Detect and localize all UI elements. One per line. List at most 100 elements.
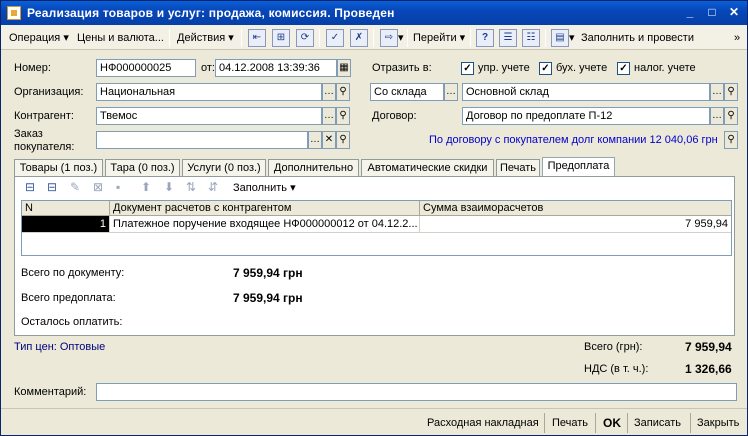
select-button[interactable]: … [308, 131, 322, 149]
select-button[interactable]: … [710, 83, 724, 101]
list-icon[interactable]: ☰ [499, 29, 517, 47]
print-button[interactable]: Печать [552, 415, 588, 431]
select-button[interactable]: … [444, 83, 458, 101]
edit-row-icon[interactable]: ✎ [70, 180, 80, 194]
column-header-n[interactable]: N [22, 201, 110, 216]
sort-asc-icon[interactable]: ⇅ [186, 180, 196, 194]
refresh-icon[interactable]: ⟳ [296, 29, 314, 47]
toolbar-divider [319, 29, 320, 47]
open-icon[interactable]: ⚲ [724, 107, 738, 125]
open-icon[interactable]: ⚲ [336, 131, 350, 149]
invoice-button[interactable]: Расходная накладная [427, 415, 539, 431]
warehouse-field[interactable]: Основной склад [462, 83, 710, 101]
save-button[interactable]: Записать [634, 415, 681, 431]
select-button[interactable]: … [710, 107, 724, 125]
accounting-checkbox[interactable]: ✓ [539, 62, 552, 75]
organization-field[interactable]: Национальная [96, 83, 322, 101]
column-header-document[interactable]: Документ расчетов с контрагентом [110, 201, 420, 216]
fill-and-post-button[interactable]: Заполнить и провести [581, 30, 694, 46]
structure-icon[interactable]: ⊞ [272, 29, 290, 47]
tab-additional[interactable]: Дополнительно [268, 159, 359, 177]
accounting-label: бух. учете [556, 62, 608, 74]
open-icon[interactable]: ⚲ [724, 131, 738, 149]
comment-field[interactable] [96, 383, 737, 401]
amount-cell[interactable]: 7 959,94 [420, 216, 731, 233]
row-number-cell[interactable]: 1 [22, 216, 110, 233]
toolbar-divider [373, 29, 374, 47]
reflect-in-label: Отразить в: [372, 62, 432, 74]
tax-accounting-checkbox[interactable]: ✓ [617, 62, 630, 75]
operation-menu[interactable]: Операция ▾ [9, 30, 69, 46]
unpost-document-icon[interactable]: ✗ [350, 29, 368, 47]
end-edit-icon[interactable]: ▪ [116, 180, 120, 194]
help-button[interactable]: ? [476, 29, 494, 47]
warehouse-type-field[interactable]: Со склада [370, 83, 444, 101]
open-icon[interactable]: ⚲ [336, 83, 350, 101]
move-down-icon[interactable]: ⬇ [164, 180, 174, 194]
document-icon [7, 6, 21, 20]
ok-button[interactable]: OK [603, 415, 621, 431]
number-field[interactable]: НФ000000025 [96, 59, 196, 77]
maximize-button[interactable]: □ [703, 5, 721, 21]
date-from-label: от: [201, 62, 215, 74]
add-row-icon[interactable]: ⊟ [25, 180, 35, 194]
checklist-icon[interactable]: ☷ [522, 29, 540, 47]
goto-menu[interactable]: Перейти ▾ [413, 30, 465, 46]
copy-row-icon[interactable]: ⊟ [47, 180, 57, 194]
post-document-icon[interactable]: ✓ [326, 29, 344, 47]
toolbar-divider [169, 29, 170, 47]
total-document-label: Всего по документу: [21, 267, 125, 279]
action-divider [544, 413, 545, 433]
close-button[interactable]: Закрыть [697, 415, 739, 431]
column-header-amount[interactable]: Сумма взаиморасчетов [420, 201, 731, 216]
sort-desc-icon[interactable]: ⇵ [208, 180, 218, 194]
minimize-button[interactable]: _ [681, 5, 699, 21]
dropdown-arrow-icon: ▾ [63, 32, 69, 44]
open-icon[interactable]: ⚲ [336, 107, 350, 125]
form-icon[interactable]: ▤ [551, 29, 569, 47]
number-label: Номер: [14, 62, 51, 74]
total-prepayment-value: 7 959,94 грн [233, 291, 303, 305]
order-label-line1: Заказ [14, 128, 43, 140]
dropdown-arrow-icon: ▾ [459, 32, 466, 44]
dropdown-arrow-icon[interactable]: ▾ [398, 30, 404, 46]
total-document-value: 7 959,94 грн [233, 266, 303, 280]
calendar-icon[interactable]: ▦ [337, 59, 351, 77]
price-type-link[interactable]: Тип цен: Оптовые [14, 341, 105, 353]
close-window-button[interactable]: ✕ [725, 5, 743, 21]
contractor-label: Контрагент: [14, 110, 74, 122]
tab-services[interactable]: Услуги (0 поз.) [182, 159, 266, 177]
contract-field[interactable]: Договор по предоплате П-12 [462, 107, 710, 125]
toolbar-overflow-icon[interactable]: » [734, 30, 740, 46]
tab-containers[interactable]: Тара (0 поз.) [105, 159, 180, 177]
toolbar: Операция ▾ Цены и валюта... Действия ▾ ⇤… [1, 25, 747, 50]
clear-icon[interactable]: ✕ [322, 131, 336, 149]
delete-row-icon[interactable]: ⊠ [93, 180, 103, 194]
vat-label: НДС (в т. ч.): [584, 363, 649, 375]
select-button[interactable]: … [322, 83, 336, 101]
select-button[interactable]: … [322, 107, 336, 125]
tab-goods[interactable]: Товары (1 поз.) [14, 159, 103, 177]
comment-label: Комментарий: [14, 386, 87, 398]
tab-print[interactable]: Печать [496, 159, 540, 177]
prepayment-table[interactable]: N Документ расчетов с контрагентом Сумма… [21, 200, 732, 256]
tab-prepayment[interactable]: Предоплата [542, 157, 615, 177]
total-label: Всего (грн): [584, 341, 643, 353]
move-up-icon[interactable]: ⬆ [141, 180, 151, 194]
document-cell[interactable]: Платежное поручение входящее НФ000000012… [110, 216, 420, 233]
management-accounting-checkbox[interactable]: ✓ [461, 62, 474, 75]
dropdown-arrow-icon[interactable]: ▾ [569, 30, 575, 46]
tax-accounting-label: налог. учете [634, 62, 696, 74]
open-icon[interactable]: ⚲ [724, 83, 738, 101]
prices-currency-button[interactable]: Цены и валюта... [77, 30, 164, 46]
tab-auto-discounts[interactable]: Автоматические скидки [361, 159, 494, 177]
fill-menu[interactable]: Заполнить ▾ [233, 181, 296, 194]
title-bar[interactable]: Реализация товаров и услуг: продажа, ком… [1, 1, 747, 25]
back-arrow-icon[interactable]: ⇤ [248, 29, 266, 47]
debt-info-link[interactable]: По договору с покупателем долг компании … [429, 134, 718, 146]
create-based-on-icon[interactable]: ⇨ [380, 29, 398, 47]
date-field[interactable]: 04.12.2008 13:39:36 [215, 59, 337, 77]
contractor-field[interactable]: Твемос [96, 107, 322, 125]
customer-order-field[interactable] [96, 131, 308, 149]
actions-menu[interactable]: Действия ▾ [177, 30, 234, 46]
